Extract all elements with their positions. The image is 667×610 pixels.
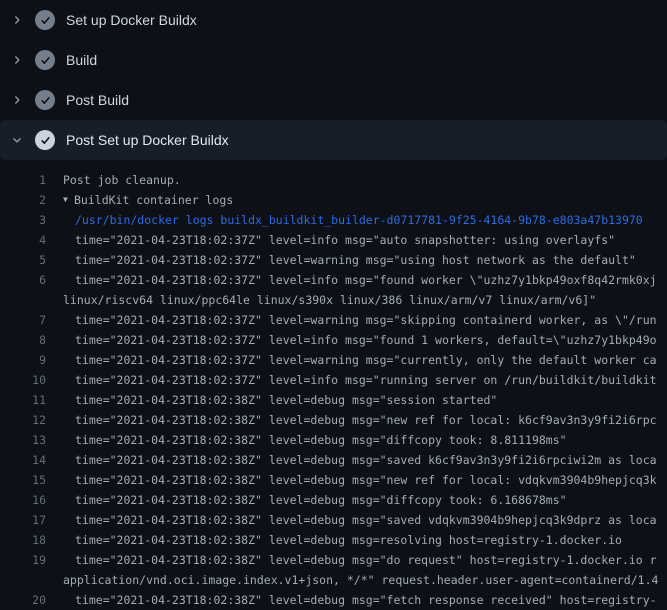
log-line-text: time="2021-04-23T18:02:37Z" level=warnin… — [46, 350, 657, 370]
log-line: 3 /usr/bin/docker logs buildx_buildkit_b… — [0, 210, 667, 230]
log-line-text: linux/riscv64 linux/ppc64le linux/s390x … — [46, 290, 596, 310]
step-header-set-up-docker-buildx[interactable]: Set up Docker Buildx — [0, 0, 667, 40]
log-line-number[interactable] — [0, 570, 46, 590]
log-line-text: time="2021-04-23T18:02:37Z" level=warnin… — [46, 310, 657, 330]
log-line-text: time="2021-04-23T18:02:37Z" level=info m… — [46, 370, 657, 390]
log-line-text: time="2021-04-23T18:02:38Z" level=debug … — [46, 510, 657, 530]
log-line: 17 time="2021-04-23T18:02:38Z" level=deb… — [0, 510, 667, 530]
step-header-post-set-up-docker-buildx[interactable]: Post Set up Docker Buildx — [0, 120, 667, 160]
log-line-number[interactable]: 4 — [0, 230, 46, 250]
chevron-right-icon — [11, 95, 23, 105]
log-line-number[interactable]: 18 — [0, 530, 46, 550]
log-line: 12 time="2021-04-23T18:02:38Z" level=deb… — [0, 410, 667, 430]
log-line-number[interactable]: 17 — [0, 510, 46, 530]
log-line: 8 time="2021-04-23T18:02:37Z" level=info… — [0, 330, 667, 350]
log-line-number[interactable]: 13 — [0, 430, 46, 450]
log-line: 11 time="2021-04-23T18:02:38Z" level=deb… — [0, 390, 667, 410]
log-line: 19 time="2021-04-23T18:02:38Z" level=deb… — [0, 550, 667, 570]
log-line-number[interactable]: 1 — [0, 170, 46, 190]
log-line: 15 time="2021-04-23T18:02:38Z" level=deb… — [0, 470, 667, 490]
log-line: 20 time="2021-04-23T18:02:38Z" level=deb… — [0, 590, 667, 610]
log-line-text: time="2021-04-23T18:02:37Z" level=info m… — [46, 230, 615, 250]
log-line-number[interactable]: 10 — [0, 370, 46, 390]
log-line-text: time="2021-04-23T18:02:38Z" level=debug … — [46, 430, 567, 450]
check-circle-icon — [35, 10, 55, 30]
log-line-text: application/vnd.oci.image.index.v1+json,… — [46, 570, 658, 590]
log-line: 7 time="2021-04-23T18:02:37Z" level=warn… — [0, 310, 667, 330]
check-circle-icon — [35, 90, 55, 110]
log-line-text: time="2021-04-23T18:02:37Z" level=info m… — [46, 330, 657, 350]
log-line-text: time="2021-04-23T18:02:37Z" level=info m… — [46, 270, 657, 290]
log-line: 1 Post job cleanup. — [0, 170, 667, 190]
log-line-text: time="2021-04-23T18:02:38Z" level=debug … — [46, 550, 657, 570]
log-line-number[interactable]: 3 — [0, 210, 46, 230]
log-line-text: Post job cleanup. — [46, 170, 181, 190]
chevron-right-icon — [11, 15, 23, 25]
log-group-toggle[interactable]: 2 ▼ BuildKit container logs — [0, 190, 667, 210]
collapse-triangle-icon[interactable]: ▼ — [46, 190, 74, 210]
step-header-build[interactable]: Build — [0, 40, 667, 80]
chevron-down-icon — [11, 135, 23, 145]
log-line: 5 time="2021-04-23T18:02:37Z" level=warn… — [0, 250, 667, 270]
step-header-post-build[interactable]: Post Build — [0, 80, 667, 120]
check-circle-icon — [35, 50, 55, 70]
step-label: Post Build — [66, 92, 129, 108]
log-line-number[interactable]: 5 — [0, 250, 46, 270]
log-line-text: BuildKit container logs — [74, 190, 233, 210]
log-line-number[interactable]: 12 — [0, 410, 46, 430]
log-line-number[interactable]: 2 — [0, 190, 46, 210]
log-line: 6 time="2021-04-23T18:02:37Z" level=info… — [0, 270, 667, 290]
log-line-number[interactable]: 19 — [0, 550, 46, 570]
step-label: Build — [66, 52, 97, 68]
log-line-text: time="2021-04-23T18:02:38Z" level=debug … — [46, 490, 567, 510]
log-command-text: /usr/bin/docker logs buildx_buildkit_bui… — [46, 210, 643, 230]
log-line-number[interactable]: 15 — [0, 470, 46, 490]
workflow-steps: Set up Docker Buildx Build Post Build — [0, 0, 667, 160]
chevron-right-icon — [11, 55, 23, 65]
log-line-number[interactable]: 9 — [0, 350, 46, 370]
log-line-text: time="2021-04-23T18:02:38Z" level=debug … — [46, 410, 657, 430]
log-line-text: time="2021-04-23T18:02:38Z" level=debug … — [46, 470, 657, 490]
log-line: application/vnd.oci.image.index.v1+json,… — [0, 570, 667, 590]
log-line-number[interactable]: 16 — [0, 490, 46, 510]
log-line-number[interactable]: 11 — [0, 390, 46, 410]
log-line: 4 time="2021-04-23T18:02:37Z" level=info… — [0, 230, 667, 250]
log-line-text: time="2021-04-23T18:02:38Z" level=debug … — [46, 450, 657, 470]
log-line: 18 time="2021-04-23T18:02:38Z" level=deb… — [0, 530, 667, 550]
check-circle-icon — [35, 130, 55, 150]
log-line: 13 time="2021-04-23T18:02:38Z" level=deb… — [0, 430, 667, 450]
log-line: linux/riscv64 linux/ppc64le linux/s390x … — [0, 290, 667, 310]
log-line: 16 time="2021-04-23T18:02:38Z" level=deb… — [0, 490, 667, 510]
log-line-number[interactable]: 7 — [0, 310, 46, 330]
log-line-number[interactable]: 14 — [0, 450, 46, 470]
log-line: 10 time="2021-04-23T18:02:37Z" level=inf… — [0, 370, 667, 390]
log-line: 9 time="2021-04-23T18:02:37Z" level=warn… — [0, 350, 667, 370]
log-line-number[interactable]: 8 — [0, 330, 46, 350]
log-viewer: 1 Post job cleanup. 2 ▼ BuildKit contain… — [0, 160, 667, 610]
log-line-number[interactable]: 6 — [0, 270, 46, 290]
log-line-number[interactable]: 20 — [0, 590, 46, 610]
log-line-text: time="2021-04-23T18:02:38Z" level=debug … — [46, 590, 657, 610]
step-label: Set up Docker Buildx — [66, 12, 197, 28]
step-label: Post Set up Docker Buildx — [66, 132, 229, 148]
log-line-text: time="2021-04-23T18:02:38Z" level=debug … — [46, 390, 497, 410]
log-line-text: time="2021-04-23T18:02:38Z" level=debug … — [46, 530, 622, 550]
log-line: 14 time="2021-04-23T18:02:38Z" level=deb… — [0, 450, 667, 470]
log-line-text: time="2021-04-23T18:02:37Z" level=warnin… — [46, 250, 636, 270]
log-line-number[interactable] — [0, 290, 46, 310]
